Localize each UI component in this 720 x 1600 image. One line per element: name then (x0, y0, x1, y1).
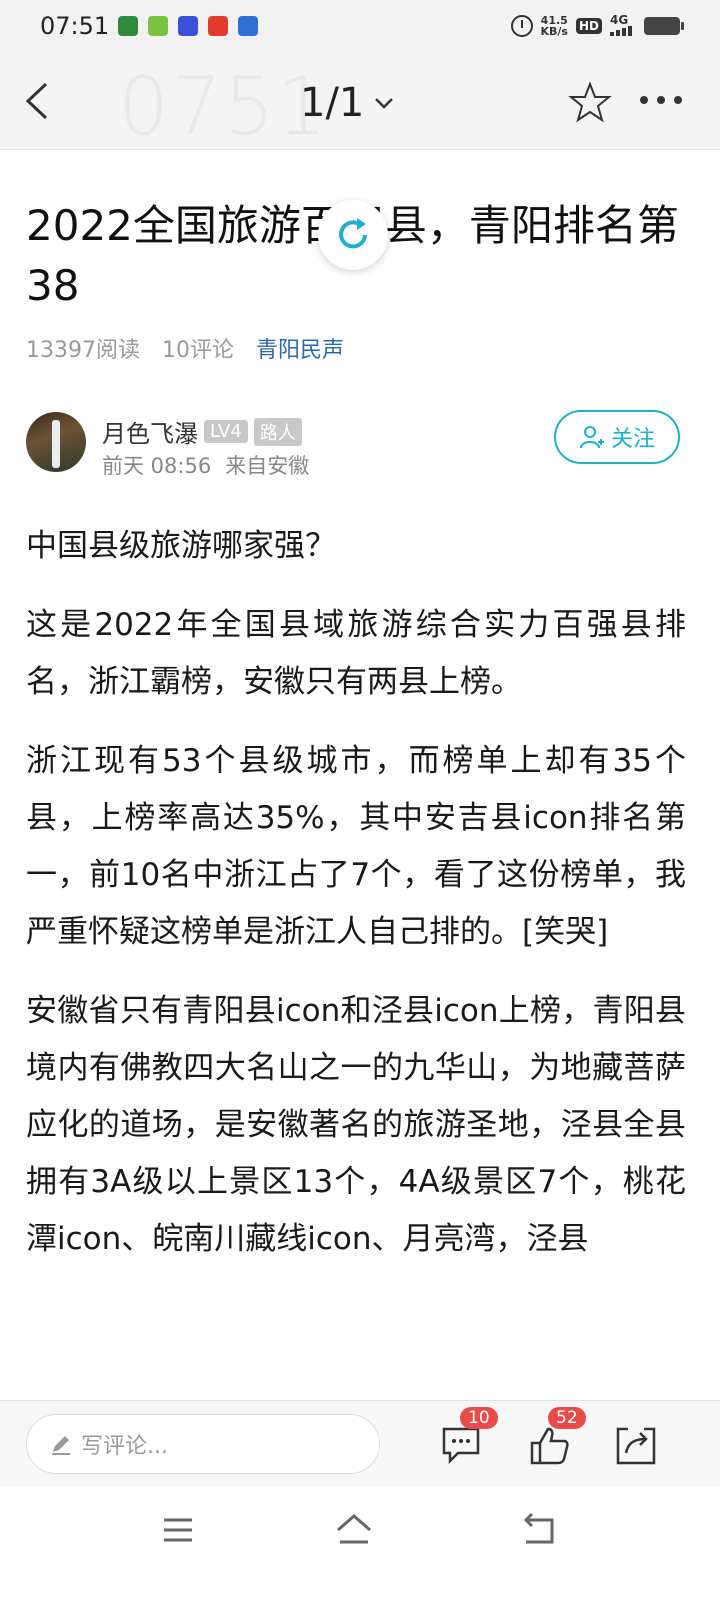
avatar[interactable] (26, 412, 86, 472)
pencil-icon (52, 1436, 70, 1455)
status-time: 07:51 (40, 12, 110, 40)
comment-input[interactable]: 写评论... (26, 1414, 380, 1474)
notification-app-icons (118, 16, 258, 36)
page-indicator[interactable]: 1/1 (300, 80, 396, 126)
more-options-button[interactable] (636, 90, 686, 110)
comment-count-badge: 10 (460, 1407, 498, 1429)
post-location: 来自安徽 (225, 454, 310, 478)
back-button[interactable] (16, 76, 66, 126)
post-time: 前天 08:56 (102, 454, 212, 478)
bottom-action-bar: 写评论... 10 52 (0, 1400, 720, 1486)
star-icon (568, 81, 612, 123)
paragraph: 这是2022年全国县域旅游综合实力百强县排名，浙江霸榜，安徽只有两县上榜。 (26, 607, 686, 700)
refresh-button[interactable] (318, 200, 388, 270)
comments-button[interactable]: 10 (440, 1407, 498, 1467)
comment-icon (442, 1427, 480, 1465)
read-count: 13397阅读 (26, 338, 140, 363)
article-body: 中国县级旅游哪家强？ 这是2022年全国县域旅游综合实力百强县排名，浙江霸榜，安… (26, 518, 686, 1398)
app-icon (178, 16, 198, 36)
home-icon (337, 1514, 371, 1544)
signal-bars-icon (610, 26, 632, 36)
more-dots-icon (640, 96, 682, 104)
like-count-badge: 52 (548, 1407, 586, 1429)
menu-icon (164, 1518, 192, 1542)
comment-count-text: 10评论 (162, 338, 234, 363)
system-nav-bar (0, 1486, 720, 1600)
favorite-button[interactable] (568, 80, 612, 124)
follow-button[interactable]: 关注 (554, 410, 680, 464)
author-info: 前天 08:56 来自安徽 (102, 450, 309, 480)
app-icon (238, 16, 258, 36)
role-badge: 路人 (253, 417, 302, 446)
app-icon (208, 16, 228, 36)
hd-icon: HD (575, 18, 602, 34)
article-meta: 13397阅读 10评论 青阳民声 (26, 332, 344, 364)
page-indicator-label: 1/1 (300, 80, 365, 126)
source-link[interactable]: 青阳民声 (256, 332, 344, 364)
home-button[interactable] (334, 1510, 374, 1550)
return-icon (523, 1512, 554, 1544)
back-arrow-icon (25, 82, 48, 120)
paragraph: 安徽省只有青阳县icon和泾县icon上榜，青阳县境内有佛教四大名山之一的九华山… (26, 993, 686, 1257)
network-speed: 41.5 KB/s (541, 15, 568, 37)
author-name[interactable]: 月色飞瀑 (102, 414, 198, 449)
app-icon (118, 16, 138, 36)
follow-label: 关注 (610, 427, 655, 452)
app-icon (148, 16, 168, 36)
menu-button[interactable] (158, 1510, 198, 1550)
battery-icon (644, 17, 684, 35)
status-bar: 07:51 41.5 KB/s HD 4G (0, 0, 720, 54)
paragraph: 中国县级旅游哪家强？ (26, 528, 336, 564)
chevron-down-icon (375, 98, 394, 109)
refresh-icon (339, 218, 367, 249)
top-nav-bar: 0751 1/1 (0, 54, 720, 153)
thumbs-up-icon (530, 1427, 569, 1465)
like-button[interactable]: 52 (528, 1407, 586, 1467)
add-user-icon (579, 426, 604, 449)
paragraph: 浙江现有53个县级城市，而榜单上却有35个县，上榜率高达35%，其中安吉县ico… (26, 743, 686, 950)
comment-placeholder: 写评论... (81, 1434, 168, 1459)
alarm-icon (510, 15, 533, 37)
level-badge: LV4 (204, 420, 248, 443)
share-icon (616, 1427, 656, 1465)
speed-unit: KB/s (540, 25, 568, 38)
share-button[interactable] (614, 1423, 658, 1467)
author-row: 月色飞瀑 LV4 路人 (102, 414, 302, 449)
back-nav-button[interactable] (520, 1510, 560, 1550)
signal-icon: 4G (610, 14, 636, 38)
network-type: 4G (610, 13, 629, 27)
background-ghost-time: 0751 (118, 60, 330, 153)
